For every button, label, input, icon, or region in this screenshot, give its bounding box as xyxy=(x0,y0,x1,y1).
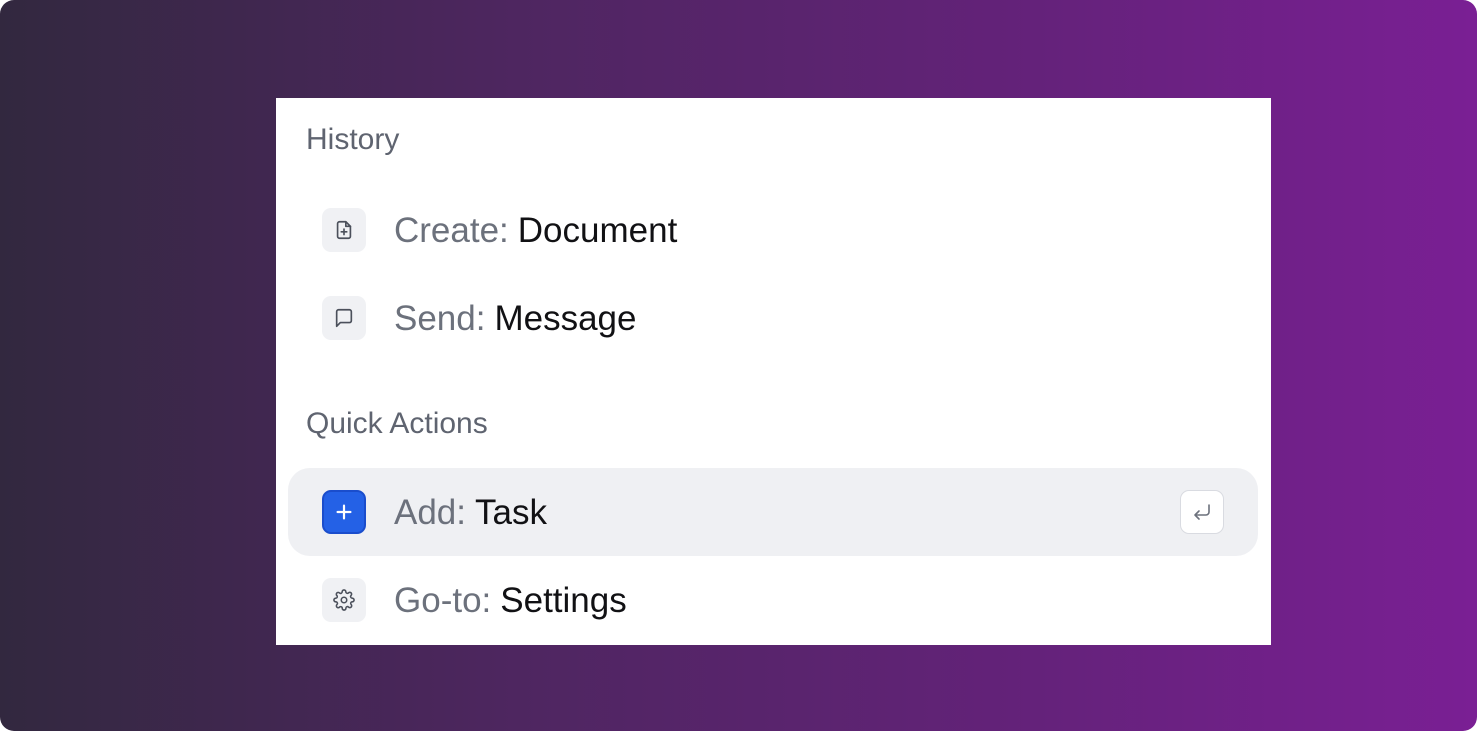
quick-actions-section-title: Quick Actions xyxy=(306,407,488,440)
command-noun: Message xyxy=(494,298,637,338)
command-verb: Add: xyxy=(394,492,466,532)
command-item-send-message[interactable]: Send: Message xyxy=(288,274,1258,362)
message-square-icon xyxy=(322,296,366,340)
command-label: Create: Document xyxy=(394,186,677,274)
command-label: Send: Message xyxy=(394,274,637,362)
file-plus-icon xyxy=(322,208,366,252)
plus-icon xyxy=(322,490,366,534)
command-verb: Send: xyxy=(394,298,486,338)
history-section-title: History xyxy=(306,123,400,156)
command-item-add-task[interactable]: Add: Task xyxy=(288,468,1258,556)
command-verb: Create: xyxy=(394,210,509,250)
command-noun: Document xyxy=(517,210,678,250)
command-label: Go-to: Settings xyxy=(394,556,627,644)
command-noun: Task xyxy=(475,492,547,532)
command-palette: History Create: Document Send: Message Q… xyxy=(276,98,1271,645)
gradient-backdrop: History Create: Document Send: Message Q… xyxy=(0,0,1477,731)
enter-key-icon xyxy=(1180,490,1224,534)
command-item-go-to-settings[interactable]: Go-to: Settings xyxy=(288,556,1258,644)
command-label: Add: Task xyxy=(394,468,547,556)
command-item-create-document[interactable]: Create: Document xyxy=(288,186,1258,274)
command-verb: Go-to: xyxy=(394,580,492,620)
gear-icon xyxy=(322,578,366,622)
command-noun: Settings xyxy=(500,580,627,620)
